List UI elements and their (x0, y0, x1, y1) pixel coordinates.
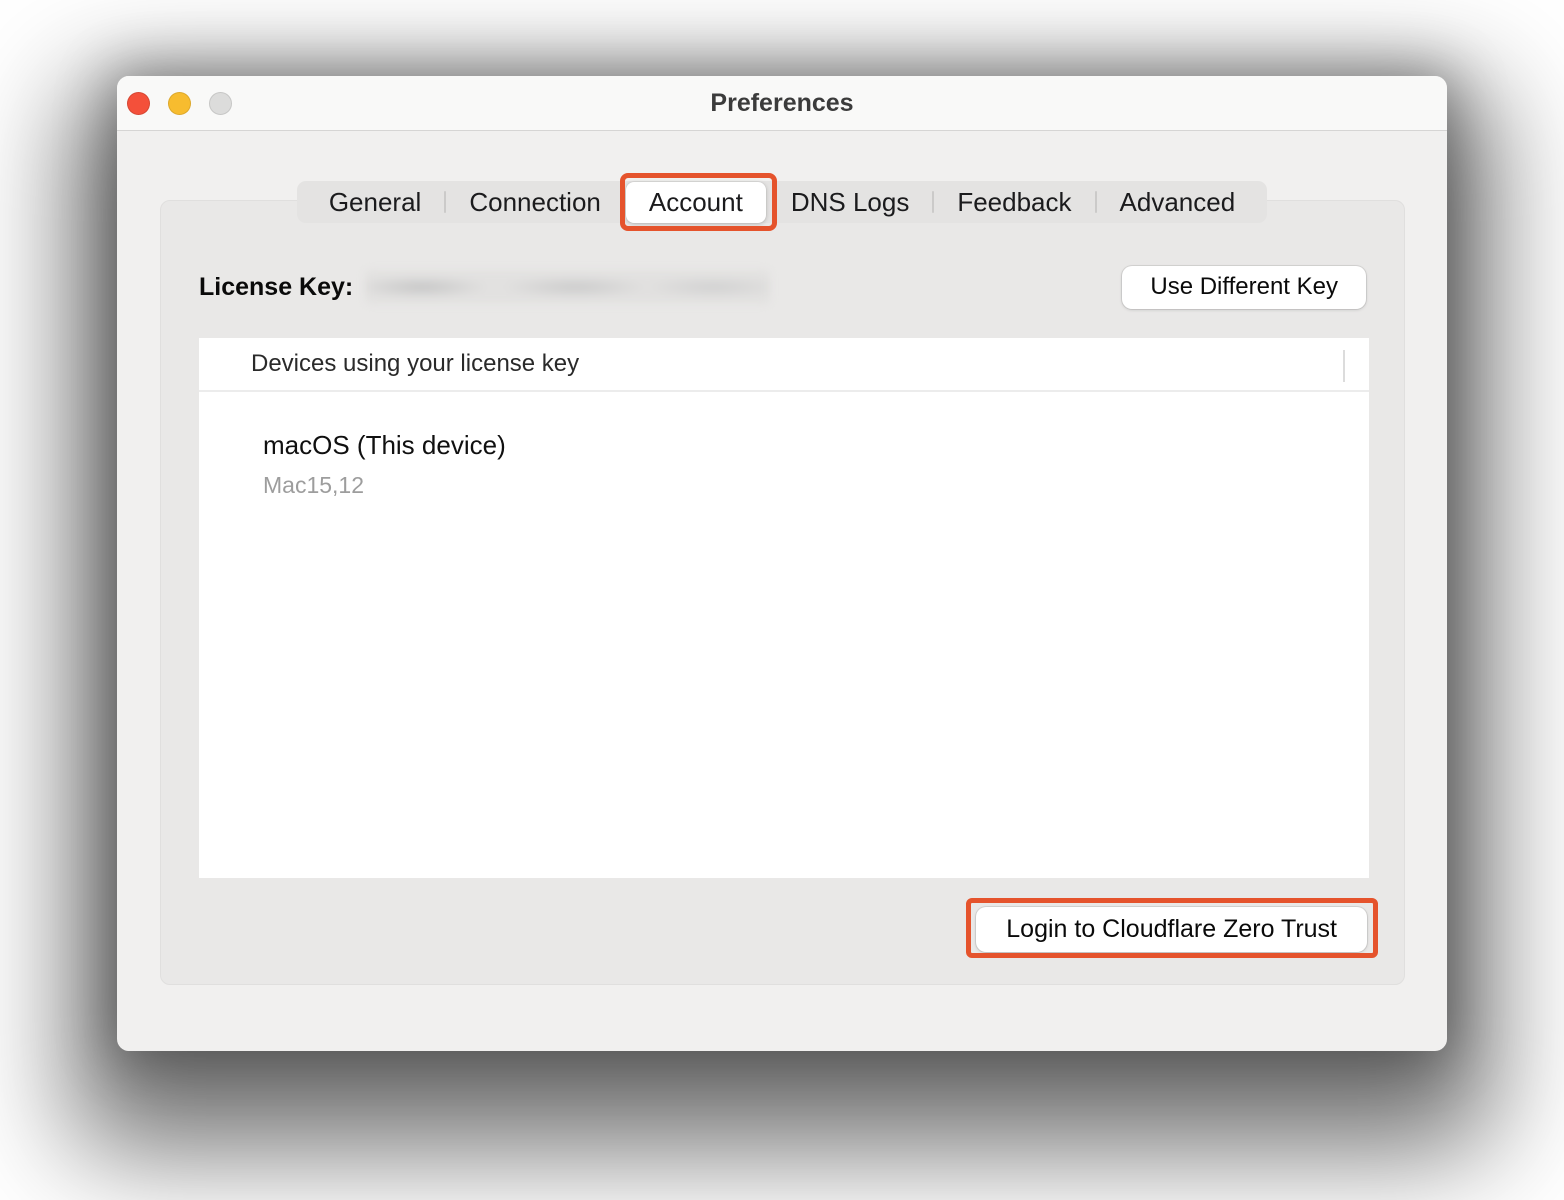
tab-bar: General Connection Account DNS Logs Feed… (297, 181, 1267, 223)
preferences-window: Preferences License Key: Use Different K… (117, 76, 1447, 1051)
license-key-label: License Key: (199, 273, 353, 302)
device-name: macOS (This device) (263, 430, 1369, 461)
devices-header-label: Devices using your license key (251, 350, 579, 378)
tab-feedback[interactable]: Feedback (934, 181, 1094, 223)
tab-dns-logs[interactable]: DNS Logs (768, 181, 933, 223)
devices-table: Devices using your license key macOS (Th… (199, 338, 1369, 878)
account-tab-panel: License Key: Use Different Key Devices u… (160, 200, 1405, 985)
column-separator (1343, 350, 1345, 382)
device-row[interactable]: macOS (This device) Mac15,12 (199, 392, 1369, 499)
tab-general[interactable]: General (306, 181, 445, 223)
license-key-row: License Key: Use Different Key (199, 264, 1366, 310)
tab-advanced[interactable]: Advanced (1097, 181, 1259, 223)
devices-table-body: macOS (This device) Mac15,12 (199, 392, 1369, 499)
tab-connection[interactable]: Connection (446, 181, 624, 223)
window-title: Preferences (117, 76, 1447, 131)
titlebar: Preferences (117, 76, 1447, 131)
screenshot-stage: Preferences License Key: Use Different K… (0, 0, 1564, 1200)
license-key-redacted-value (365, 270, 770, 304)
devices-table-header[interactable]: Devices using your license key (199, 338, 1369, 392)
use-different-key-button[interactable]: Use Different Key (1122, 266, 1366, 309)
tab-account[interactable]: Account (626, 182, 766, 223)
login-zero-trust-button[interactable]: Login to Cloudflare Zero Trust (976, 907, 1367, 952)
device-model: Mac15,12 (263, 472, 1369, 499)
